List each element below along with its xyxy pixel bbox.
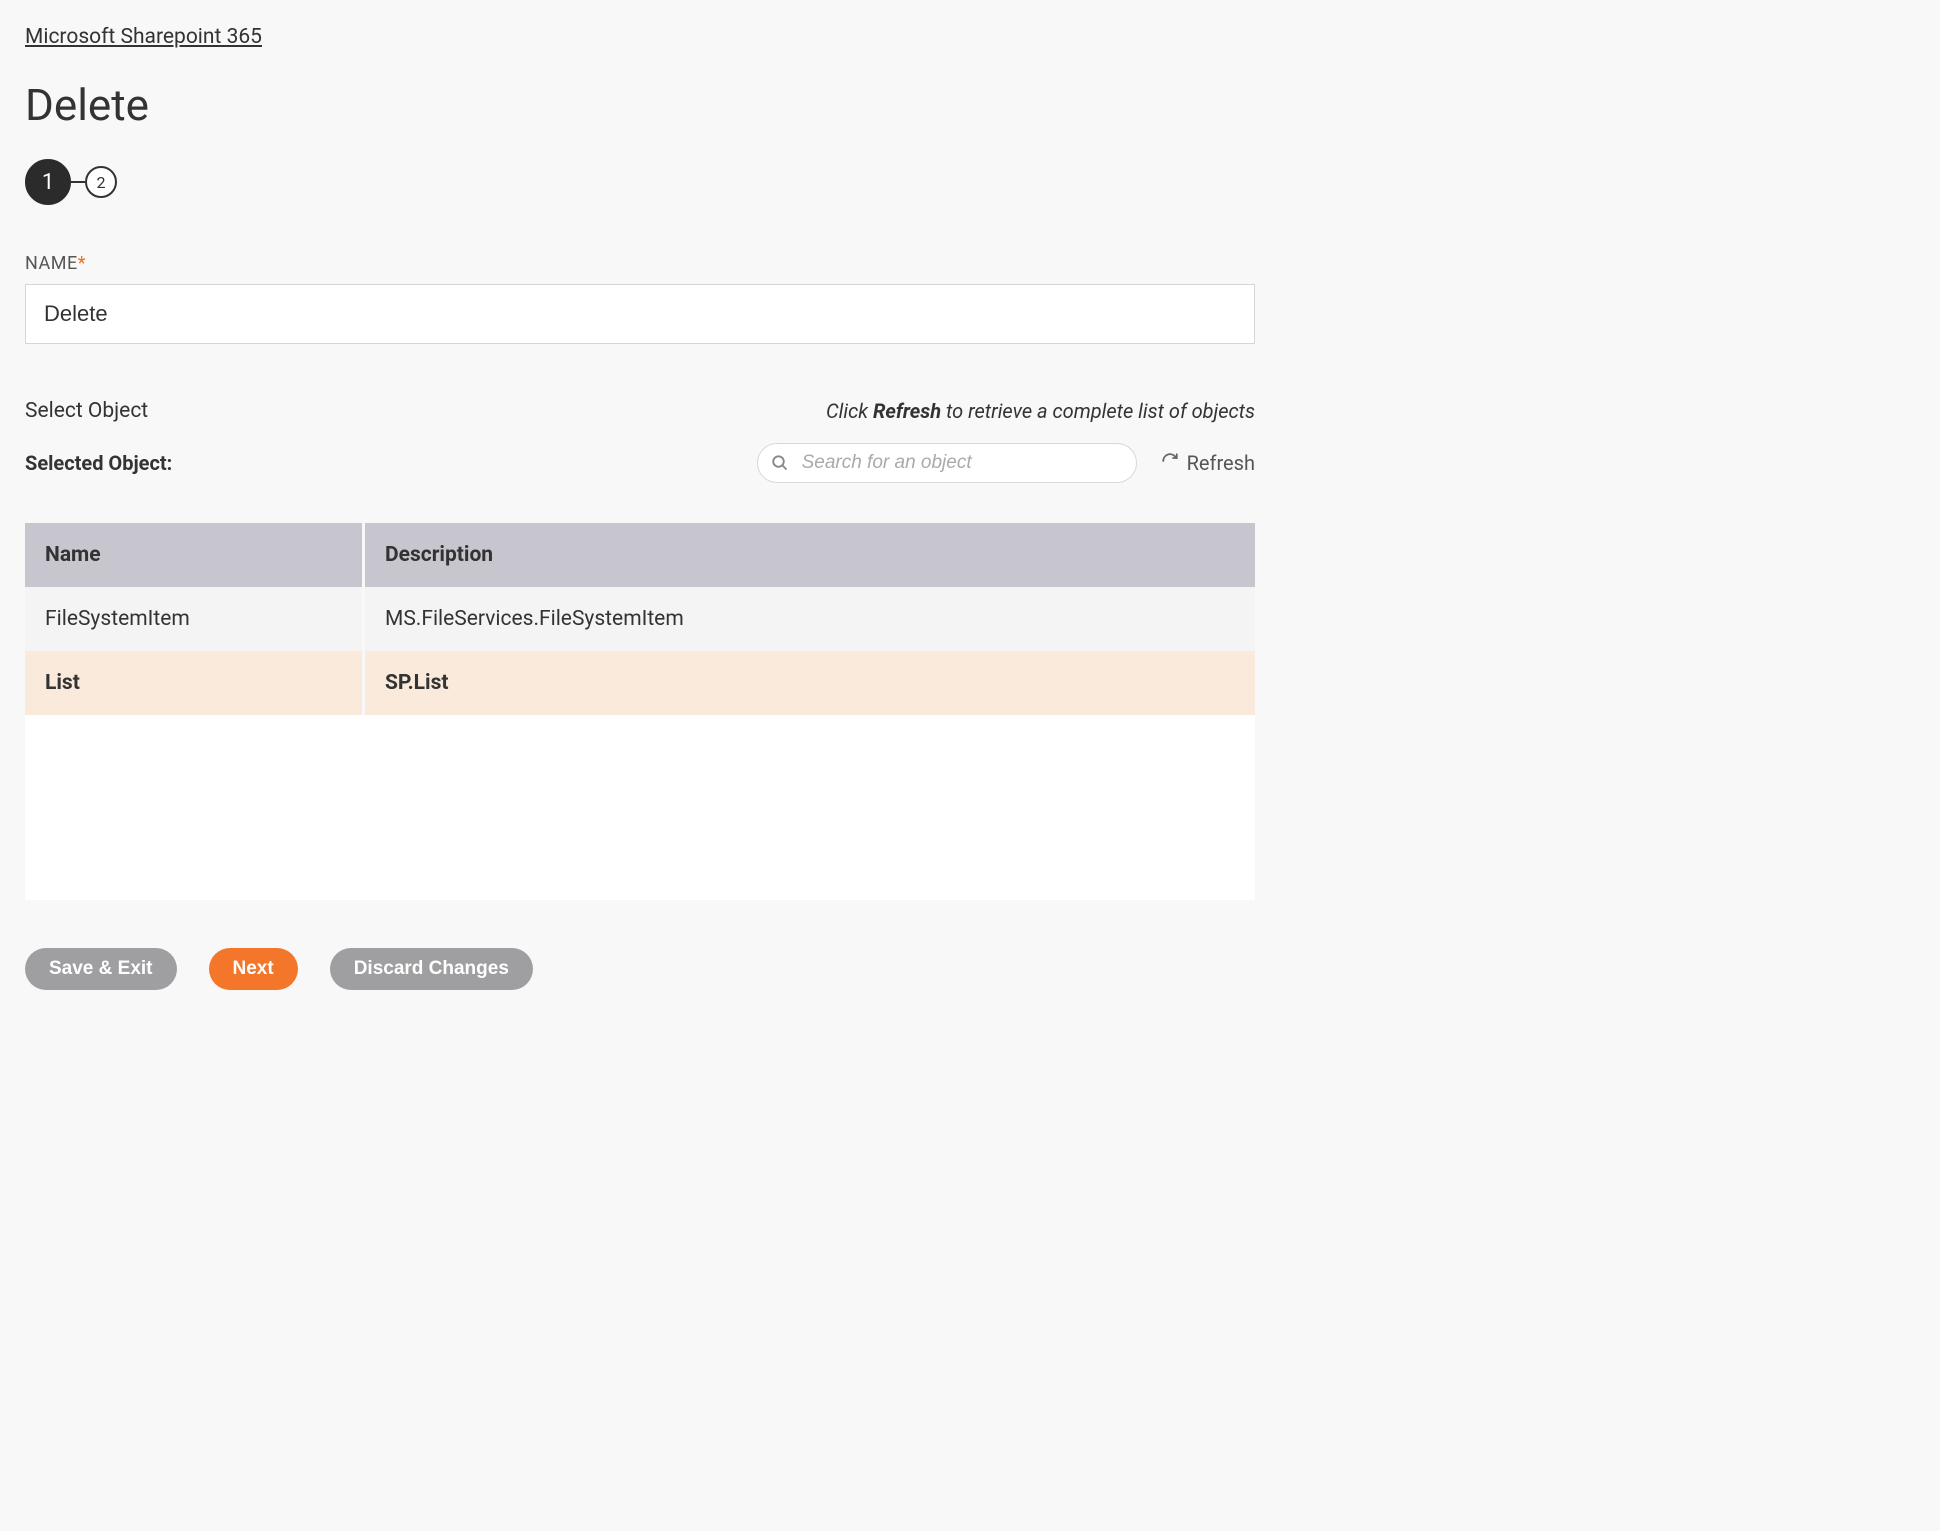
next-button[interactable]: Next — [209, 948, 298, 990]
cell-description: SP.List — [365, 651, 1255, 715]
col-header-name[interactable]: Name — [25, 523, 365, 587]
table-row[interactable]: List SP.List — [25, 651, 1255, 715]
refresh-icon — [1161, 451, 1179, 475]
selected-object-label: Selected Object: — [25, 451, 172, 475]
object-table: Name Description FileSystemItem MS.FileS… — [25, 523, 1255, 900]
refresh-label: Refresh — [1187, 451, 1255, 475]
name-label-text: NAME — [25, 253, 78, 274]
table-empty-space — [25, 715, 1255, 900]
hint-strong: Refresh — [873, 399, 941, 423]
search-container — [757, 443, 1137, 483]
step-connector — [71, 181, 85, 183]
select-object-label: Select Object — [25, 399, 148, 423]
cell-name: List — [25, 651, 365, 715]
hint-post: to retrieve a complete list of objects — [941, 399, 1255, 423]
refresh-hint: Click Refresh to retrieve a complete lis… — [826, 399, 1255, 423]
breadcrumb-link[interactable]: Microsoft Sharepoint 365 — [25, 25, 262, 49]
step-2[interactable]: 2 — [85, 166, 117, 198]
discard-changes-button[interactable]: Discard Changes — [330, 948, 533, 990]
name-input[interactable] — [25, 284, 1255, 344]
cell-name: FileSystemItem — [25, 587, 365, 651]
wizard-stepper: 1 2 — [25, 159, 1255, 205]
col-header-description[interactable]: Description — [365, 523, 1255, 587]
step-1[interactable]: 1 — [25, 159, 71, 205]
search-input[interactable] — [757, 443, 1137, 483]
hint-pre: Click — [826, 399, 873, 423]
table-row[interactable]: FileSystemItem MS.FileServices.FileSyste… — [25, 587, 1255, 651]
name-field-label: NAME* — [25, 253, 1255, 274]
cell-description: MS.FileServices.FileSystemItem — [365, 587, 1255, 651]
required-asterisk: * — [78, 253, 86, 274]
refresh-button[interactable]: Refresh — [1161, 451, 1255, 475]
save-exit-button[interactable]: Save & Exit — [25, 948, 177, 990]
page-title: Delete — [25, 79, 1255, 131]
